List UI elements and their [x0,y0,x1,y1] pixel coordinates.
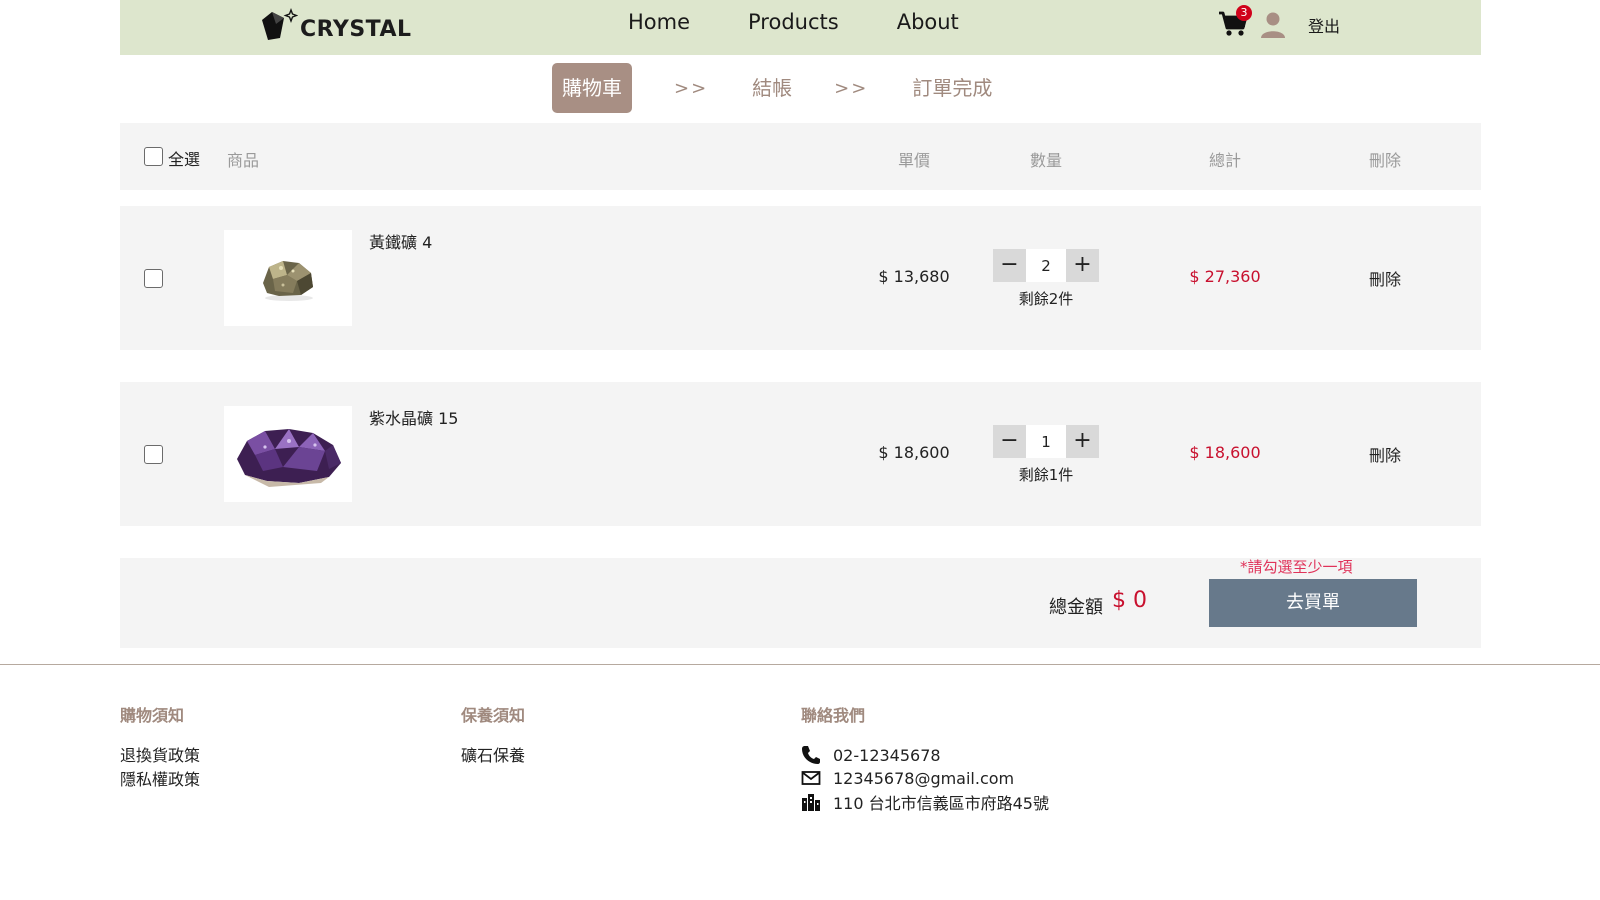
total-amount-value: $ 0 [1112,588,1147,613]
nav-links: Home Products About [628,10,1017,34]
delete-button[interactable]: 刪除 [1315,266,1455,290]
contact-phone-text: 02-12345678 [833,745,941,765]
footer-link-returns[interactable]: 退換貨政策 [120,742,200,766]
step-cart: 購物車 [552,63,632,113]
footer-divider [0,664,1600,665]
header-delete: 刪除 [1368,151,1401,170]
user-icon[interactable] [1260,11,1286,39]
step-checkout: 結帳 [752,76,793,100]
cart-table-header: 全選 商品 單價 數量 總計 刪除 [120,123,1481,190]
quantity-stepper: − + [993,425,1099,458]
contact-email[interactable]: 12345678@gmail.com [801,768,1014,788]
footer-contact-title: 聯絡我們 [801,706,866,725]
decrease-button[interactable]: − [993,425,1026,458]
cart-count-badge: 3 [1236,5,1252,21]
crystal-logo-icon [262,8,298,40]
remaining-stock: 剩餘1件 [1018,466,1074,484]
delete-button[interactable]: 刪除 [1315,442,1455,466]
nav-actions: 3 登出 [1218,5,1340,40]
select-all-checkbox[interactable] [144,147,163,166]
selection-warning: *請勾選至少一項 [1240,558,1353,576]
contact-email-text: 12345678@gmail.com [833,768,1015,788]
product-image[interactable] [224,230,352,326]
total-amount-label: 總金額 [1049,597,1103,618]
logo[interactable]: CRYSTAL [258,8,412,44]
increase-button[interactable]: + [1066,249,1099,282]
header-quantity: 數量 [1029,151,1062,170]
cart-item-row: 黃鐵礦 4 $ 13,680 − + 剩餘2件 $ 27,360 刪除 [120,206,1481,350]
quantity-stepper: − + [993,249,1099,282]
contact-phone[interactable]: 02-12345678 [801,745,941,765]
step-done: 訂單完成 [912,76,993,100]
step-separator: >> [674,77,709,99]
footer-care-title: 保養須知 [461,706,526,725]
envelope-icon [801,771,821,785]
remaining-stock: 剩餘2件 [1018,290,1074,308]
footer-link-stone-care[interactable]: 礦石保養 [461,742,525,766]
unit-price: $ 18,600 [878,443,950,462]
phone-icon [802,746,820,764]
cart-summary: *請勾選至少一項 總金額 $ 0 去買單 [120,558,1481,648]
header-product: 商品 [227,151,260,170]
item-checkbox[interactable] [144,445,163,464]
top-navbar: CRYSTAL Home Products About 3 登出 [120,0,1481,55]
nav-link-products[interactable]: Products [748,10,839,34]
building-icon [802,794,820,811]
logout-link[interactable]: 登出 [1308,13,1340,37]
line-total: $ 27,360 [1189,267,1261,286]
quantity-input[interactable] [1026,425,1066,458]
logo-text: CRYSTAL [300,16,412,42]
header-total: 總計 [1208,151,1241,170]
pyrite-image [263,261,313,301]
decrease-button[interactable]: − [993,249,1026,282]
footer-shopping-title: 購物須知 [120,706,185,725]
item-checkbox[interactable] [144,269,163,288]
amethyst-image [237,429,341,487]
checkout-button[interactable]: 去買單 [1209,579,1417,627]
contact-address: 110 台北市信義區市府路45號 [801,790,1049,814]
cart-item-row: 紫水晶礦 15 $ 18,600 − + 剩餘1件 $ 18,600 刪除 [120,382,1481,526]
unit-price: $ 13,680 [878,267,950,286]
line-total: $ 18,600 [1189,443,1261,462]
product-name[interactable]: 紫水晶礦 15 [369,405,458,429]
step-separator: >> [834,77,869,99]
footer-link-privacy[interactable]: 隱私權政策 [120,766,200,790]
checkout-steps: 購物車 >> 結帳 >> 訂單完成 [552,63,992,113]
product-name[interactable]: 黃鐵礦 4 [369,229,432,253]
cart-button[interactable]: 3 [1218,5,1252,40]
select-all-label[interactable]: 全選 [168,146,200,170]
increase-button[interactable]: + [1066,425,1099,458]
nav-link-about[interactable]: About [897,10,959,34]
nav-link-home[interactable]: Home [628,10,690,34]
product-image[interactable] [224,406,352,502]
quantity-input[interactable] [1026,249,1066,282]
header-unit-price: 單價 [897,151,930,170]
contact-address-text: 110 台北市信義區市府路45號 [833,794,1049,813]
